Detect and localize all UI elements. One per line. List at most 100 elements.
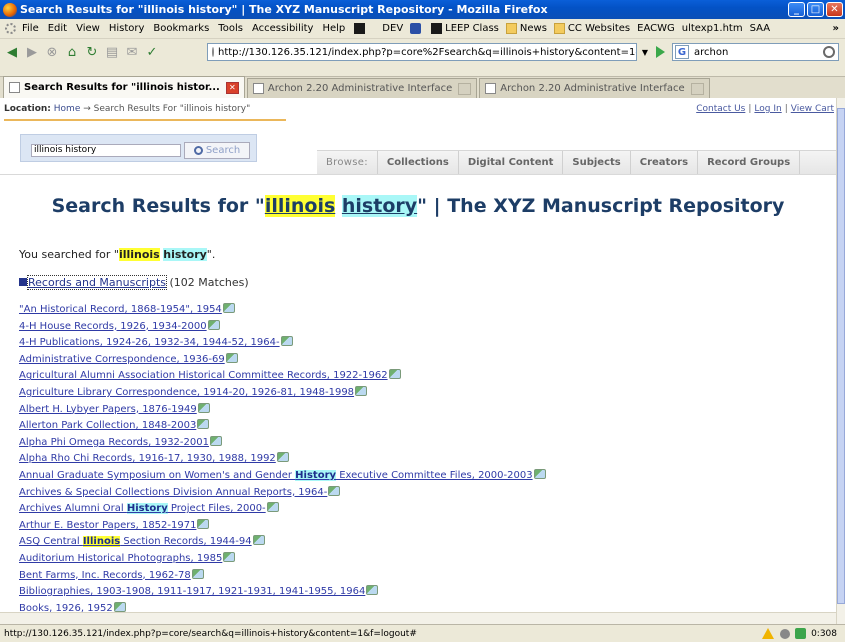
- close-tab-icon[interactable]: [458, 82, 472, 95]
- menu-edit[interactable]: Edit: [48, 23, 67, 34]
- back-arrow-icon[interactable]: ◀: [4, 44, 20, 60]
- mail-icon[interactable]: ✉: [124, 44, 140, 60]
- check-icon[interactable]: ✓: [144, 44, 160, 60]
- browse-digital-content[interactable]: Digital Content: [459, 150, 564, 175]
- result-link[interactable]: Alpha Phi Omega Records, 1932-2001: [19, 437, 209, 448]
- maximize-button[interactable]: □: [807, 2, 824, 17]
- bookmark-leep-class[interactable]: LEEP Class: [431, 23, 499, 34]
- section-title-link[interactable]: Records and Manuscripts: [27, 275, 167, 290]
- url-bar[interactable]: http://130.126.35.121/index.php?p=core%2…: [207, 43, 637, 61]
- tab-archon-admin-1[interactable]: Archon 2.20 Administrative Interface: [246, 78, 478, 98]
- bookmark-dev[interactable]: DEV: [382, 23, 403, 34]
- print-icon[interactable]: ▤: [104, 44, 120, 60]
- add-to-cart-icon[interactable]: [280, 336, 293, 347]
- close-window-button[interactable]: ✕: [826, 2, 843, 17]
- close-tab-icon[interactable]: ✕: [225, 81, 239, 94]
- tab-archon-admin-2[interactable]: Archon 2.20 Administrative Interface: [479, 78, 710, 98]
- toolbar-button-i[interactable]: [354, 23, 368, 34]
- add-to-cart-icon[interactable]: [266, 502, 279, 513]
- result-link[interactable]: Albert H. Lybyer Papers, 1876-1949: [19, 404, 197, 415]
- add-to-cart-icon[interactable]: [276, 452, 289, 463]
- scrollbar-thumb[interactable]: [837, 108, 845, 604]
- bookmark-ultexp1[interactable]: ultexp1.htm: [682, 23, 743, 34]
- minimize-button[interactable]: _: [788, 2, 805, 17]
- add-to-cart-icon[interactable]: [197, 518, 210, 529]
- web-search-input[interactable]: archon: [691, 47, 823, 58]
- horizontal-scrollbar[interactable]: [0, 612, 836, 624]
- add-to-cart-icon[interactable]: [328, 485, 341, 496]
- add-to-cart-icon[interactable]: [252, 535, 265, 546]
- search-icon[interactable]: [823, 46, 835, 58]
- stop-icon[interactable]: ⊗: [44, 44, 60, 60]
- menu-help[interactable]: Help: [322, 23, 345, 34]
- add-to-cart-icon[interactable]: [366, 585, 379, 596]
- site-search-panel: illinois history Search: [20, 134, 257, 162]
- result-link[interactable]: Archives & Special Collections Division …: [19, 487, 327, 498]
- result-link[interactable]: "An Historical Record, 1868-1954", 1954: [19, 304, 222, 315]
- add-to-cart-icon[interactable]: [225, 352, 238, 363]
- bookmark-cc-websites[interactable]: CC Websites: [553, 23, 630, 34]
- adblock-icon[interactable]: [780, 628, 791, 639]
- result-link[interactable]: Administrative Correspondence, 1936-69: [19, 354, 225, 365]
- result-link[interactable]: 4-H Publications, 1924-26, 1932-34, 1944…: [19, 337, 280, 348]
- menu-view[interactable]: View: [76, 23, 100, 34]
- result-link[interactable]: Auditorium Historical Photographs, 1985: [19, 553, 222, 564]
- menu-bookmarks[interactable]: Bookmarks: [153, 23, 209, 34]
- add-to-cart-icon[interactable]: [355, 385, 368, 396]
- result-link[interactable]: ASQ Central Illinois Section Records, 19…: [19, 536, 252, 548]
- menu-history[interactable]: History: [109, 23, 145, 34]
- browse-collections[interactable]: Collections: [378, 150, 459, 175]
- forward-arrow-icon[interactable]: ▶: [24, 44, 40, 60]
- toolbar-button-moz[interactable]: [410, 23, 424, 34]
- result-link[interactable]: Annual Graduate Symposium on Women's and…: [19, 469, 533, 481]
- result-link[interactable]: 4-H House Records, 1926, 1934-2000: [19, 321, 207, 332]
- add-to-cart-icon[interactable]: [223, 551, 236, 562]
- result-link[interactable]: Bent Farms, Inc. Records, 1962-78: [19, 570, 191, 581]
- view-cart-link[interactable]: View Cart: [791, 104, 834, 114]
- log-in-link[interactable]: Log In: [754, 104, 781, 114]
- menu-file[interactable]: File: [22, 23, 39, 34]
- result-link[interactable]: Allerton Park Collection, 1848-2003: [19, 420, 196, 431]
- add-to-cart-icon[interactable]: [533, 468, 546, 479]
- site-search-input[interactable]: illinois history: [31, 144, 181, 157]
- site-search-button[interactable]: Search: [184, 142, 250, 159]
- reload-icon[interactable]: ↻: [84, 44, 100, 60]
- add-to-cart-icon[interactable]: [209, 435, 222, 446]
- result-link[interactable]: Archives Alumni Oral History Project Fil…: [19, 503, 266, 515]
- go-arrow-icon[interactable]: [656, 46, 665, 58]
- result-link[interactable]: Bibliographies, 1903-1908, 1911-1917, 19…: [19, 586, 365, 597]
- result-link[interactable]: Agricultural Alumni Association Historic…: [19, 370, 388, 381]
- add-to-cart-icon[interactable]: [191, 568, 204, 579]
- browse-creators[interactable]: Creators: [631, 150, 699, 175]
- home-icon[interactable]: ⌂: [64, 44, 80, 60]
- result-link[interactable]: Alpha Rho Chi Records, 1916-17, 1930, 19…: [19, 453, 276, 464]
- url-dropdown-icon[interactable]: ▼: [637, 43, 653, 61]
- bookmark-news[interactable]: News: [505, 23, 547, 34]
- collapse-toggle-icon[interactable]: [19, 278, 27, 286]
- bookmark-eacwg[interactable]: EACWG: [637, 23, 675, 34]
- add-to-cart-icon[interactable]: [113, 601, 126, 612]
- bookmarks-overflow-button[interactable]: »: [833, 23, 839, 34]
- menu-tools[interactable]: Tools: [218, 23, 243, 34]
- google-icon[interactable]: G: [675, 45, 689, 59]
- menu-accessibility[interactable]: Accessibility: [252, 23, 314, 34]
- close-tab-icon[interactable]: [690, 82, 704, 95]
- web-search-box[interactable]: G archon: [672, 43, 839, 61]
- warning-icon[interactable]: [762, 628, 775, 639]
- contact-us-link[interactable]: Contact Us: [696, 104, 745, 114]
- vertical-scrollbar[interactable]: [836, 98, 845, 624]
- add-to-cart-icon[interactable]: [222, 303, 235, 313]
- add-to-cart-icon[interactable]: [197, 402, 210, 413]
- browse-subjects[interactable]: Subjects: [563, 150, 631, 175]
- tab-search-results[interactable]: Search Results for "illinois histor... ✕: [3, 76, 245, 98]
- bookmark-saa[interactable]: SAA: [750, 23, 771, 34]
- result-link[interactable]: Arthur E. Bestor Papers, 1852-1971: [19, 520, 196, 531]
- status-check-icon[interactable]: [795, 628, 807, 639]
- result-link[interactable]: Agriculture Library Correspondence, 1914…: [19, 387, 354, 398]
- info-icon: [354, 23, 366, 34]
- breadcrumb-home-link[interactable]: Home: [54, 104, 81, 114]
- browse-record-groups[interactable]: Record Groups: [698, 150, 801, 175]
- add-to-cart-icon[interactable]: [197, 419, 210, 430]
- add-to-cart-icon[interactable]: [388, 369, 401, 380]
- add-to-cart-icon[interactable]: [207, 319, 220, 330]
